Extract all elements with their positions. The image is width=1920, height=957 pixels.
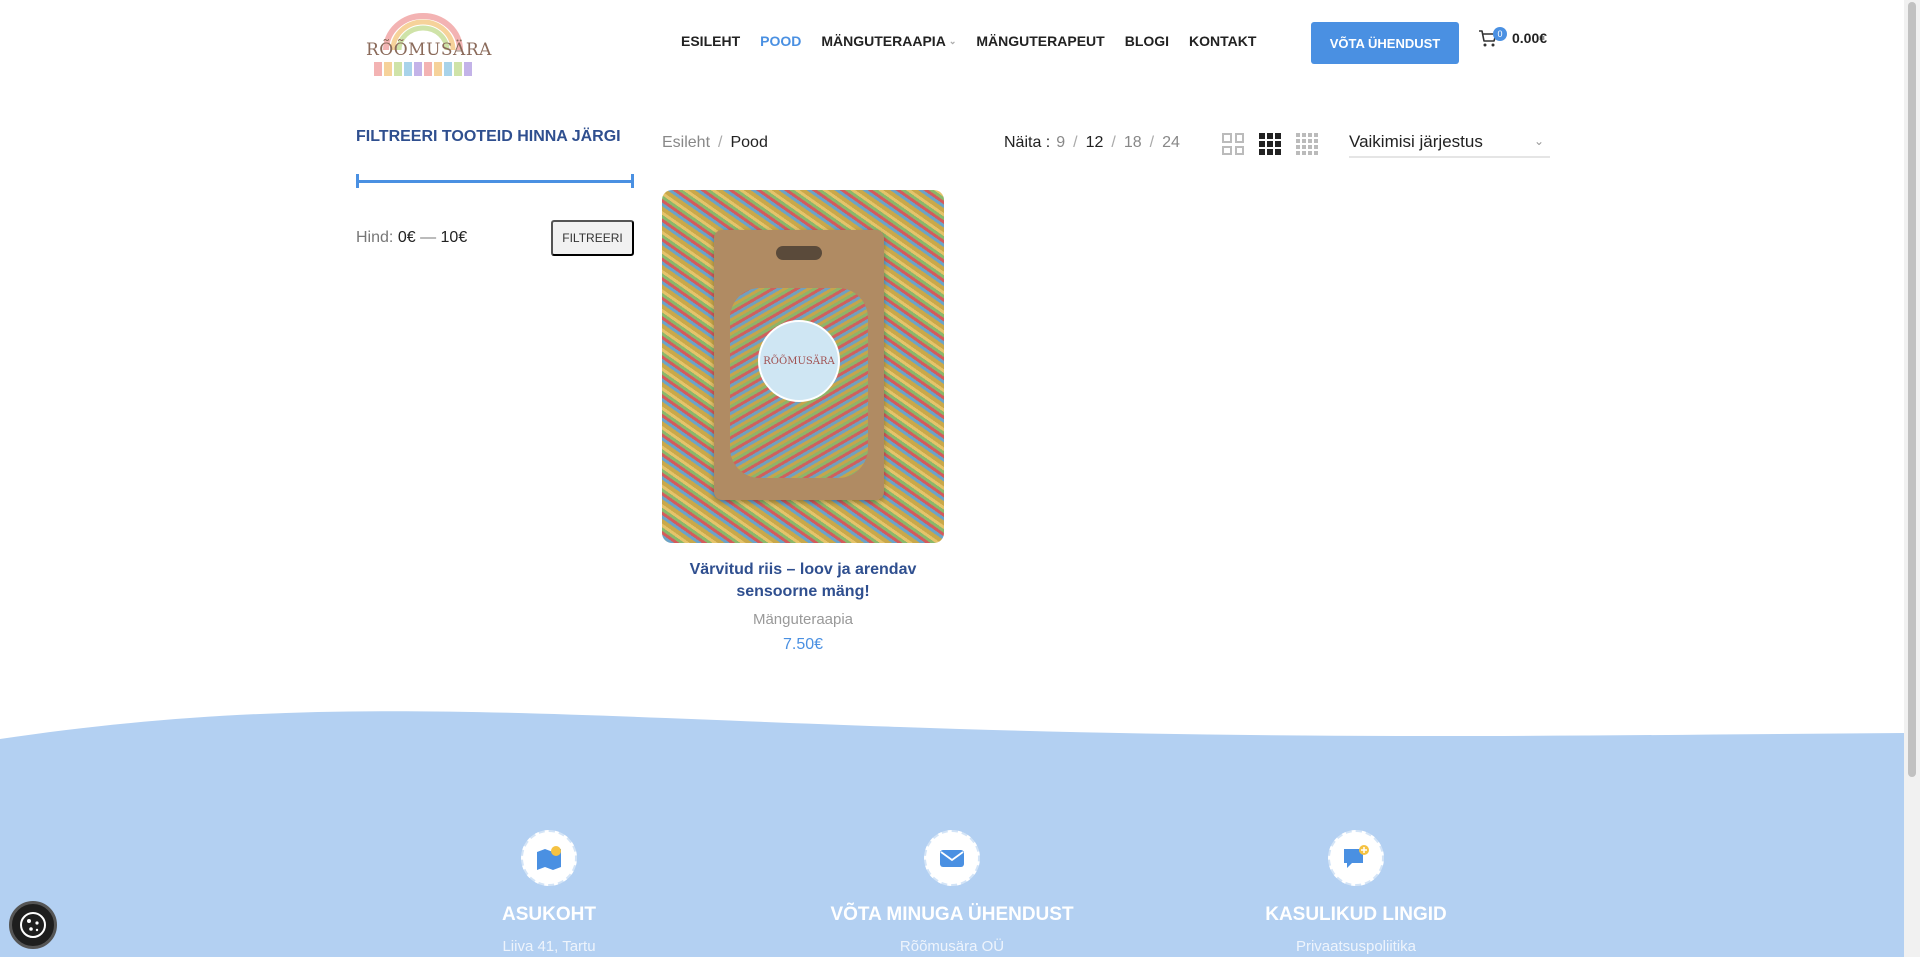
breadcrumb-current: Pood	[730, 134, 768, 151]
price-min: 0€	[397, 229, 416, 246]
footer-text[interactable]: Liiva 41, Tartu	[399, 938, 699, 955]
footer-column-links: KASULIKUD LINGID Privaatsuspoliitika	[1206, 830, 1506, 955]
cart-total: 0.00€	[1512, 30, 1548, 46]
logo-text: RÕÕMUSÄRA	[366, 40, 492, 60]
cart-count-badge: 0	[1493, 27, 1507, 41]
footer-column-location: ASUKOHT Liiva 41, Tartu	[399, 830, 699, 955]
slider-handle-min[interactable]	[356, 174, 359, 188]
grid-4-columns-icon[interactable]	[1296, 133, 1318, 155]
grid-view-switcher	[1222, 133, 1318, 155]
nav-pood[interactable]: POOD	[760, 33, 801, 49]
per-page-option-selected[interactable]: 12	[1086, 134, 1104, 152]
product-title[interactable]: Värvitud riis – loov ja arendav sensoorn…	[662, 559, 944, 603]
site-logo[interactable]: RÕÕMUSÄRA	[366, 10, 492, 78]
nav-kontakt[interactable]: KONTAKT	[1189, 33, 1256, 49]
footer-link-privacy[interactable]: Privaatsuspoliitika	[1206, 938, 1506, 955]
cookie-icon	[20, 912, 46, 938]
per-page-separator: /	[1149, 134, 1155, 151]
map-pin-icon	[521, 830, 577, 886]
filter-button[interactable]: FILTREERI	[551, 220, 634, 256]
product-price: 7.50€	[782, 636, 824, 653]
per-page-option[interactable]: 24	[1162, 134, 1180, 152]
price-dash: —	[420, 229, 437, 246]
price-range-text: Hind: 0€ — 10€	[356, 229, 467, 247]
per-page-label: Näita :	[1004, 134, 1051, 151]
footer-column-contact: VÕTA MINUGA ÜHENDUST Rõõmusära OÜ	[802, 830, 1102, 955]
per-page-separator: /	[1111, 134, 1116, 151]
slider-handle-max[interactable]	[631, 174, 634, 188]
product-category[interactable]: Mänguteraapia	[662, 611, 944, 628]
price-filter-widget: FILTREERI TOOTEID HINNA JÄRGI Hind: 0€ —…	[356, 128, 634, 256]
per-page-separator: /	[1073, 134, 1078, 151]
footer-title: ASUKOHT	[502, 904, 596, 925]
footer-title: VÕTA MINUGA ÜHENDUST	[830, 904, 1074, 925]
grid-2-columns-icon[interactable]	[1222, 133, 1244, 155]
cart-widget[interactable]: 0 0.00€	[1478, 27, 1548, 48]
envelope-icon	[924, 830, 980, 886]
nav-esileht[interactable]: ESILEHT	[681, 33, 740, 49]
nav-blogi[interactable]: BLOGI	[1125, 33, 1169, 49]
breadcrumb-home[interactable]: Esileht	[662, 134, 710, 151]
main-nav: ESILEHT POOD MÄNGUTERAAPIA ⌄ MÄNGUTERAPEU…	[681, 33, 1276, 49]
grid-3-columns-icon[interactable]	[1259, 133, 1281, 155]
contact-button[interactable]: VÕTA ÜHENDUST	[1311, 22, 1459, 64]
chevron-down-icon: ⌄	[1533, 134, 1544, 148]
slider-track	[356, 180, 634, 183]
chat-bubble-icon	[1328, 830, 1384, 886]
product-bag-graphic: RÕÕMUSÄRA	[714, 230, 884, 500]
price-max: 10€	[440, 229, 468, 246]
per-page-selector: Näita : 9 / 12 / 18 / 24	[1004, 134, 1180, 152]
bag-hole	[776, 246, 822, 260]
nav-manguteraapia-label: MÄNGUTERAAPIA	[821, 33, 946, 49]
product-image[interactable]: RÕÕMUSÄRA	[662, 190, 944, 543]
footer-title: KASULIKUD LINGID	[1265, 904, 1447, 925]
sort-value: Vaikimisi järjestus	[1349, 132, 1483, 151]
page-scrollbar[interactable]	[1904, 0, 1920, 957]
nav-manguteraapia[interactable]: MÄNGUTERAAPIA ⌄	[821, 33, 956, 49]
cookie-settings-button[interactable]	[9, 901, 57, 949]
price-label: Hind:	[356, 229, 394, 246]
price-row: Hind: 0€ — 10€ FILTREERI	[356, 220, 634, 256]
per-page-option[interactable]: 18	[1124, 134, 1142, 152]
widget-title: FILTREERI TOOTEID HINNA JÄRGI	[356, 128, 621, 145]
price-range-slider[interactable]	[356, 174, 634, 188]
sort-select[interactable]: Vaikimisi järjestus ⌄	[1349, 128, 1550, 158]
footer-text: Rõõmusära OÜ	[899, 938, 1005, 955]
product-card: RÕÕMUSÄRA Värvitud riis – loov ja arenda…	[662, 190, 944, 654]
scrollbar-thumb[interactable]	[1908, 2, 1916, 777]
nav-manguterapeut[interactable]: MÄNGUTERAPEUT	[976, 33, 1104, 49]
product-logo-sticker: RÕÕMUSÄRA	[758, 320, 840, 402]
breadcrumb: Esileht / Pood	[662, 134, 768, 152]
per-page-option[interactable]: 9	[1056, 134, 1065, 152]
breadcrumb-separator: /	[718, 134, 723, 151]
chevron-down-icon: ⌄	[948, 35, 957, 46]
site-header: RÕÕMUSÄRA ESILEHT POOD MÄNGUTERAAPIA ⌄ MÄ…	[0, 0, 1904, 90]
